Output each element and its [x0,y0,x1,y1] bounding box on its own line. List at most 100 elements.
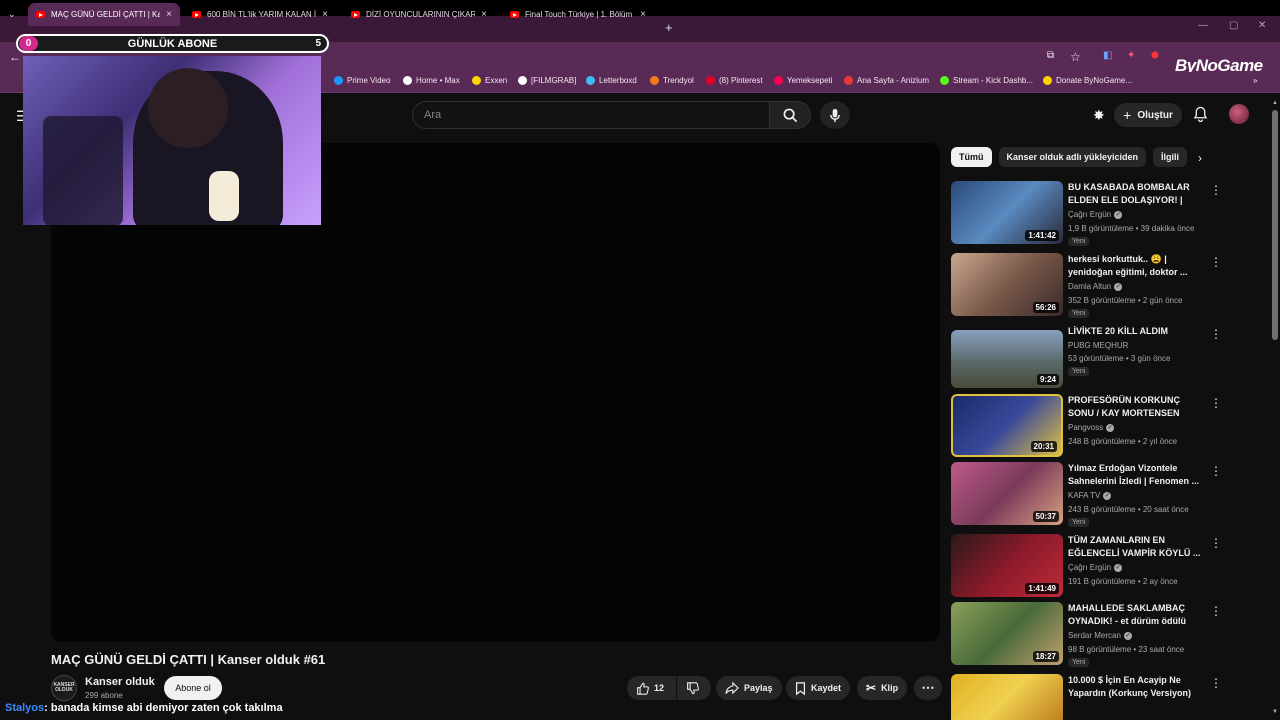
close-tab-icon[interactable]: × [166,9,172,20]
recommendation-title[interactable]: 10.000 $ İçin En Acayip Ne Yapardın (Kor… [1068,674,1205,700]
recommendation-item[interactable]: 50:37 Yılmaz Erdoğan Vizontele Sahneleri… [951,462,1231,527]
bookmark-item[interactable]: Exxen [472,76,507,85]
create-button[interactable]: + Oluştur [1114,103,1182,127]
browser-tab[interactable]: DİZİ OYUNCULARININ ÇIKARTTIĞI × [343,3,495,26]
video-thumbnail[interactable]: 1:41:42 [951,181,1063,244]
bookmark-favicon-icon [586,76,595,85]
extension-icon[interactable]: ✦ [1127,50,1135,61]
recommendation-title[interactable]: herkesi korkuttuk.. 😩 | yenidoğan eğitim… [1068,253,1205,279]
translate-icon[interactable]: ◧ [1103,50,1112,61]
recommendation-item[interactable]: 20:31 PROFESÖRÜN KORKUNÇ SONU / KAY MORT… [951,394,1231,458]
recommendation-item[interactable]: 10.000 $ İçin En Acayip Ne Yapardın (Kor… [951,674,1231,720]
chevron-right-icon[interactable]: › [1198,151,1202,165]
cast-icon[interactable]: ⧉ [1047,50,1054,61]
recommendation-channel[interactable]: Damla Altun ✓ [1068,282,1123,291]
bookmark-item[interactable]: Trendyol [650,76,694,85]
video-thumbnail[interactable]: 1:41:49 [951,534,1063,597]
more-options-icon[interactable]: ⋮ [1210,396,1222,410]
new-tab-button[interactable]: + [665,20,673,35]
back-icon[interactable]: ← [9,50,21,64]
bookmark-item[interactable]: Ana Sayfa - Anizium [844,76,929,85]
video-thumbnail[interactable] [951,674,1063,720]
more-options-icon[interactable]: ⋮ [1210,536,1222,550]
scroll-up-icon[interactable]: ▲ [1272,100,1278,106]
bookmark-item[interactable]: (8) Pinterest [706,76,763,85]
chip-from-uploader[interactable]: Kanser olduk adlı yükleyiciden [998,147,1147,167]
bookmark-label: Donate ByNoGame... [1056,76,1133,85]
search-input[interactable]: Ara [412,101,770,129]
recommendation-item[interactable]: 1:41:49 TÜM ZAMANLARIN EN EĞLENCELİ VAMP… [951,534,1231,598]
close-tab-icon[interactable]: × [322,9,328,20]
chip-all[interactable]: Tümü [951,147,992,167]
close-tab-icon[interactable]: × [640,9,646,20]
browser-tab[interactable]: Final Touch Türkiye | 1. Bölüm × [502,3,654,26]
notifications-bell-icon[interactable] [1193,106,1208,127]
channel-avatar[interactable]: KANSER OLDUK [51,675,77,701]
recommendation-title[interactable]: PROFESÖRÜN KORKUNÇ SONU / KAY MORTENSEN … [1068,394,1205,420]
bookmark-favicon-icon [518,76,527,85]
recommendation-item[interactable]: 56:26 herkesi korkuttuk.. 😩 | yenidoğan … [951,253,1231,318]
more-options-icon[interactable]: ⋮ [1210,255,1222,269]
share-button[interactable]: Paylaş [716,676,782,700]
dislike-button[interactable] [677,676,711,700]
bookmark-item[interactable]: Home • Max [403,76,460,85]
close-tab-icon[interactable]: × [481,9,487,20]
maximize-icon[interactable]: ▢ [1229,20,1238,31]
more-options-icon[interactable]: ⋮ [1210,604,1222,618]
more-options-icon[interactable]: ⋮ [1210,327,1222,341]
bookmark-favicon-icon [650,76,659,85]
bookmark-item[interactable]: Donate ByNoGame... [1043,76,1132,85]
recommendation-title[interactable]: Yılmaz Erdoğan Vizontele Sahnelerini İzl… [1068,462,1205,488]
recommendation-title[interactable]: LİVİKTE 20 KİLL ALDIM [1068,325,1205,338]
save-button[interactable]: Kaydet [786,676,851,700]
bookmark-item[interactable]: Stream - Kick Dashb... [940,76,1033,85]
browser-tab[interactable]: MAÇ GÜNÜ GELDİ ÇATTI | Kanser olduk × [28,3,180,26]
more-actions-button[interactable]: ⋯ [914,676,942,700]
recommendation-item[interactable]: 1:41:42 BU KASABADA BOMBALAR ELDEN ELE D… [951,181,1231,246]
close-window-icon[interactable]: ✕ [1258,20,1266,31]
video-thumbnail[interactable]: 18:27 [951,602,1063,665]
avatar[interactable] [1229,104,1249,124]
recommendation-title[interactable]: MAHALLEDE SAKLAMBAÇ OYNADIK! - et dürüm … [1068,602,1205,628]
subscribe-button[interactable]: Abone ol [164,676,222,700]
tab-menu-button[interactable]: ⌄ [4,3,26,26]
minimize-icon[interactable]: — [1198,20,1208,31]
scrollbar-thumb[interactable] [1272,110,1278,340]
more-options-icon[interactable]: ⋮ [1210,676,1222,690]
recommendation-channel[interactable]: Serdar Mercan ✓ [1068,631,1132,640]
recommendation-channel[interactable]: PUBG MEQHUR [1068,341,1128,350]
recommendation-title[interactable]: TÜM ZAMANLARIN EN EĞLENCELİ VAMPİR KÖYLÜ… [1068,534,1205,560]
recommendation-channel[interactable]: Çağrı Ergün ✓ [1068,563,1123,572]
bookmark-star-icon[interactable]: ☆ [1070,50,1081,64]
bookmark-item[interactable]: Prime Video [334,76,390,85]
video-thumbnail[interactable]: 50:37 [951,462,1063,525]
bookmark-item[interactable]: Letterboxd [586,76,637,85]
recommendation-channel[interactable]: KAFA TV ✓ [1068,491,1112,500]
video-thumbnail[interactable]: 20:31 [951,394,1063,457]
recommendation-channel[interactable]: Pangvoss ✓ [1068,423,1115,432]
filter-chips: Tümü Kanser olduk adlı yükleyiciden İlgi… [951,147,1188,169]
recommendation-channel[interactable]: Çağrı Ergün ✓ [1068,210,1123,219]
like-button[interactable]: 12 [627,676,676,700]
more-options-icon[interactable]: ⋮ [1210,464,1222,478]
voice-search-button[interactable] [820,101,850,129]
recommendation-item[interactable]: 9:24 LİVİKTE 20 KİLL ALDIM PUBG MEQHUR 5… [951,325,1231,389]
bookmark-favicon-icon [940,76,949,85]
extension-puzzle-icon[interactable]: ✸ [1093,107,1105,124]
bookmark-item[interactable]: Yemeksepeti [774,76,833,85]
browser-tab[interactable]: 600 BİN TL'lik YARIM KALAN İŞ × [184,3,336,26]
adblock-icon[interactable]: ⬢ [1151,50,1159,61]
bookmark-item[interactable]: [FILMGRAB] [518,76,576,85]
search-button[interactable] [769,101,811,129]
recommendation-item[interactable]: 18:27 MAHALLEDE SAKLAMBAÇ OYNADIK! - et … [951,602,1231,667]
recommendation-title[interactable]: BU KASABADA BOMBALAR ELDEN ELE DOLAŞIYOR… [1068,181,1205,207]
scroll-down-icon[interactable]: ▼ [1272,709,1278,715]
clip-button[interactable]: ✂ Klip [857,676,908,700]
video-thumbnail[interactable]: 56:26 [951,253,1063,316]
more-bookmarks-icon[interactable]: » [1253,76,1257,85]
channel-name[interactable]: Kanser olduk [85,676,155,688]
chip-related[interactable]: İlgili [1153,147,1188,167]
more-options-icon[interactable]: ⋮ [1210,183,1222,197]
bookmark-label: Home • Max [416,76,460,85]
video-thumbnail[interactable]: 9:24 [951,330,1063,388]
